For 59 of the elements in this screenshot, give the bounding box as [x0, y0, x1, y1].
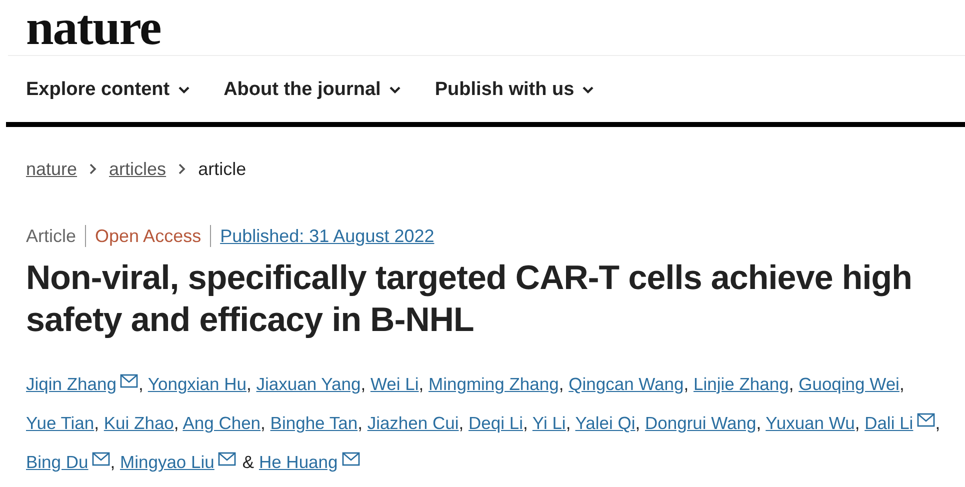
author-link[interactable]: Jiqin Zhang — [26, 374, 116, 394]
author-separator: , — [94, 413, 99, 433]
author-separator: , — [523, 413, 528, 433]
author-separator: , — [558, 374, 564, 394]
published-date-link[interactable]: Published: 31 August 2022 — [210, 225, 434, 247]
author-link[interactable]: Ang Chen — [182, 413, 261, 433]
author-link[interactable]: Bing Du — [26, 452, 88, 472]
author-link[interactable]: Kui Zhao — [104, 413, 174, 433]
nav-menu-button[interactable]: Publish with us — [434, 78, 594, 100]
author-separator: , — [566, 413, 571, 433]
author-link[interactable]: Qingcan Wang — [568, 374, 684, 394]
author-separator: , — [358, 413, 362, 433]
author-separator: , — [935, 413, 940, 433]
author-separator: , — [174, 413, 179, 433]
author-link[interactable]: Guoqing Wei — [798, 374, 900, 394]
author-separator: , — [246, 374, 252, 394]
chevron-down-icon — [388, 86, 401, 94]
nav-menu-button[interactable]: About the journal — [224, 78, 401, 100]
author-link[interactable]: Yalei Qi — [575, 413, 636, 433]
author-separator: , — [458, 413, 464, 433]
author-link[interactable]: Yi Li — [532, 413, 566, 433]
author-link[interactable]: Binghe Tan — [270, 413, 358, 433]
author-link[interactable]: Yongxian Hu — [148, 374, 247, 394]
author-link[interactable]: Deqi Li — [468, 413, 523, 433]
author-separator: , — [138, 374, 144, 394]
author-separator: , — [788, 374, 794, 394]
author-separator: , — [854, 413, 860, 433]
author-separator: , — [756, 413, 762, 433]
author-link[interactable]: Yuxuan Wu — [766, 413, 855, 433]
nature-logo[interactable]: nature — [26, 2, 161, 52]
author-link[interactable]: Wei Li — [370, 374, 419, 394]
author-separator: , — [684, 374, 689, 394]
author-link[interactable]: Mingyao Liu — [120, 452, 214, 472]
author-separator: , — [635, 413, 640, 433]
author-link[interactable]: Dali Li — [864, 413, 914, 433]
author-link[interactable]: Mingming Zhang — [428, 374, 559, 394]
article-type: Article — [26, 225, 76, 247]
breadcrumb-link[interactable]: nature — [26, 158, 78, 180]
author-link[interactable]: Jiazhen Cui — [367, 413, 459, 433]
author-separator: , — [260, 413, 266, 433]
nav-menu-button[interactable]: Explore content — [26, 78, 190, 100]
author-separator: , — [110, 452, 116, 472]
author-link[interactable]: Jiaxuan Yang — [256, 374, 361, 394]
breadcrumb-link[interactable]: articles — [109, 158, 166, 180]
chevron-right-icon — [89, 163, 98, 175]
chevron-right-icon — [178, 163, 186, 175]
author-link[interactable]: Dongrui Wang — [644, 413, 756, 433]
author-separator: , — [899, 374, 904, 394]
author-separator: , — [360, 374, 366, 394]
breadcrumb-current: article — [198, 158, 246, 180]
author-separator: & — [242, 452, 254, 472]
author-link[interactable]: He Huang — [258, 452, 338, 472]
article-title: Non-viral, specifically targeted CAR-T cells achieve high safety and efficacy in B-NHL — [26, 258, 914, 341]
author-link[interactable]: Linjie Zhang — [693, 374, 789, 394]
access-label: Open Access — [85, 225, 202, 247]
chevron-down-icon — [178, 86, 190, 94]
author-separator: , — [418, 374, 424, 394]
chevron-down-icon — [582, 86, 594, 94]
author-link[interactable]: Yue Tian — [26, 413, 94, 433]
